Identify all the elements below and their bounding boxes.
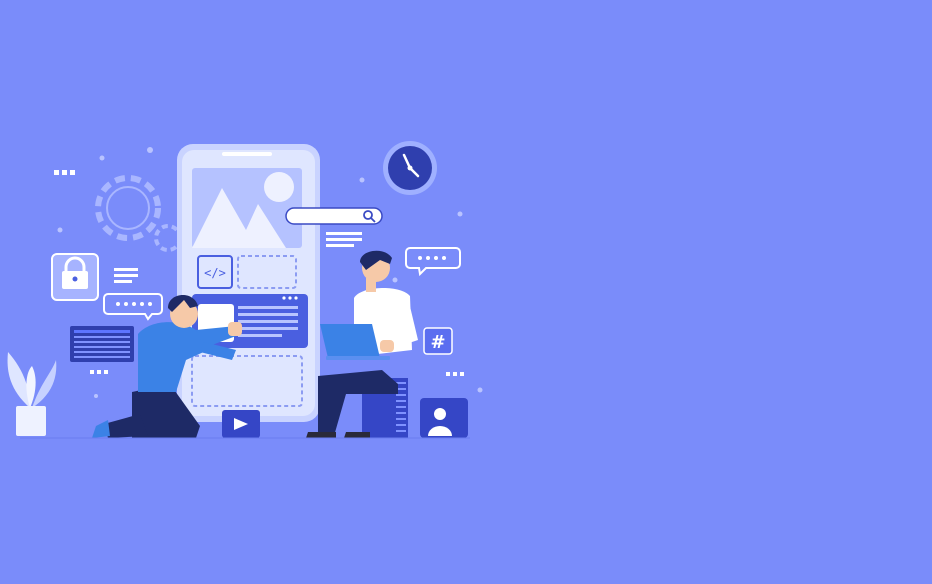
illustration-canvas: </> # [0, 0, 932, 584]
chat-bubble-right-icon [405, 247, 461, 277]
code-symbol: </> [204, 266, 226, 280]
text-lines-left [114, 268, 138, 283]
search-bar [285, 207, 383, 225]
hashtag-symbol: # [430, 332, 445, 353]
code-panel [70, 326, 134, 362]
dots-label-right [446, 372, 464, 376]
clock-icon [383, 141, 437, 195]
plant-icon [7, 352, 57, 436]
dots-label-top-left [54, 170, 75, 175]
lock-icon [51, 253, 99, 301]
play-icon [222, 410, 260, 438]
hand-on-laptop [380, 340, 394, 352]
text-lines-search [326, 232, 362, 247]
hashtag-icon: # [423, 327, 453, 355]
gear-icon [95, 175, 161, 241]
user-icon [420, 398, 468, 438]
chat-bubble-icon [103, 293, 163, 321]
dots-label-bottom-left [90, 370, 108, 374]
app-development-illustration: </> # [7, 141, 483, 439]
gear-small-icon [154, 224, 182, 252]
image-icon [192, 168, 302, 248]
